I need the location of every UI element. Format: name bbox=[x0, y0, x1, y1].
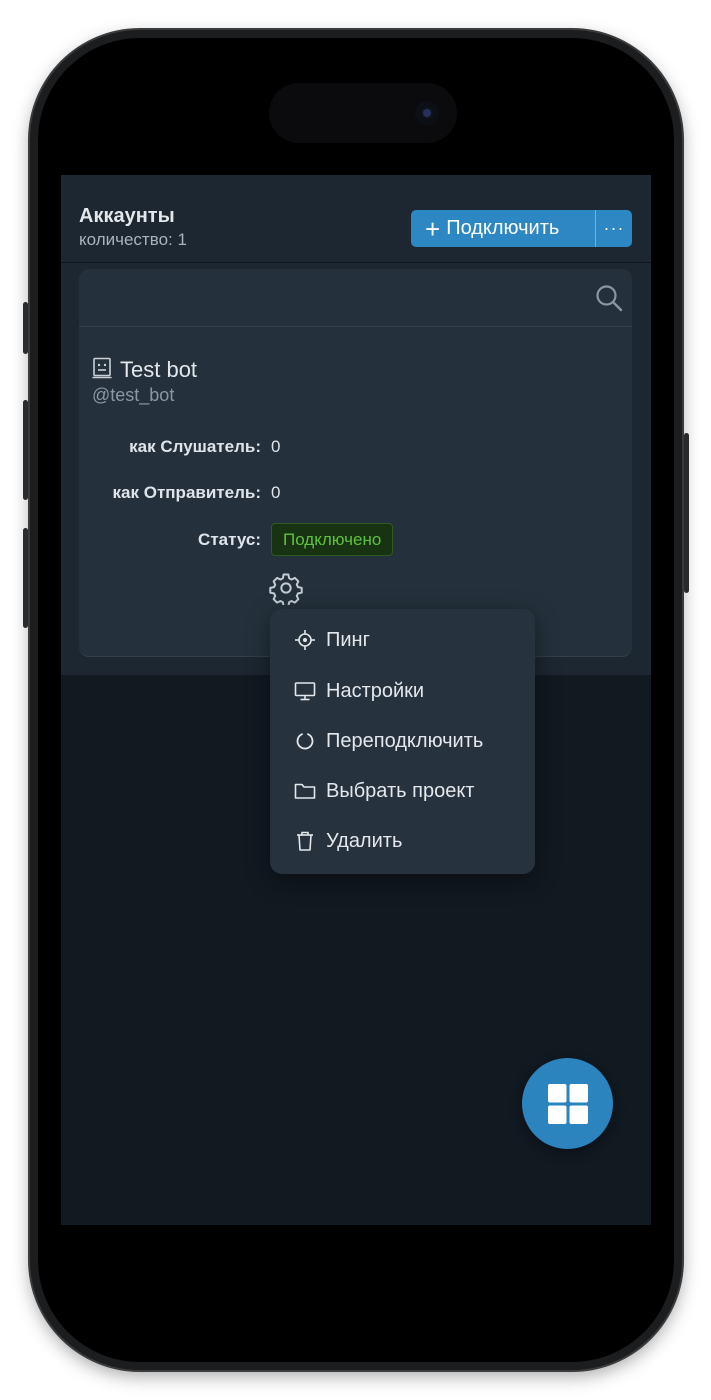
grid-icon bbox=[547, 1083, 588, 1124]
trash-icon bbox=[297, 831, 313, 851]
more-icon: ··· bbox=[603, 218, 625, 238]
accounts-count: количество: 1 bbox=[79, 230, 187, 249]
front-camera bbox=[415, 101, 439, 125]
connect-button-group: + Подключить ··· bbox=[411, 210, 632, 247]
menu-item-select-project[interactable]: Выбрать проект bbox=[270, 768, 535, 814]
menu-item-label: Выбрать проект bbox=[326, 779, 475, 802]
search-icon[interactable] bbox=[594, 283, 624, 313]
menu-item-ping[interactable]: Пинг bbox=[270, 617, 535, 663]
more-options-button[interactable]: ··· bbox=[596, 210, 632, 247]
header-divider bbox=[61, 262, 651, 263]
search-bar[interactable] bbox=[79, 269, 632, 327]
phone-volume-up-button bbox=[23, 400, 28, 500]
phone-side-button bbox=[23, 302, 28, 354]
account-handle: @test_bot bbox=[92, 385, 175, 405]
context-menu: Пинг Настройки Переподключить Выбрать пр… bbox=[270, 609, 535, 874]
menu-item-label: Удалить bbox=[326, 829, 403, 852]
phone-power-button bbox=[684, 433, 689, 593]
status-label: Статус: bbox=[198, 530, 261, 549]
listener-value: 0 bbox=[271, 437, 281, 456]
gear-icon[interactable] bbox=[269, 571, 303, 605]
account-card: Test bot @test_bot как Слушатель: 0 как … bbox=[79, 269, 632, 657]
plus-icon: + bbox=[425, 213, 441, 244]
status-badge: Подключено bbox=[271, 523, 394, 556]
connect-button-label: Подключить bbox=[446, 217, 560, 239]
bot-icon bbox=[92, 357, 112, 379]
monitor-icon bbox=[294, 682, 316, 701]
menu-item-delete[interactable]: Удалить bbox=[270, 818, 535, 864]
menu-item-label: Переподключить bbox=[326, 729, 484, 752]
sender-value: 0 bbox=[271, 483, 281, 502]
apps-fab-button[interactable] bbox=[522, 1058, 613, 1149]
connect-button[interactable]: + Подключить bbox=[411, 210, 595, 247]
menu-item-label: Настройки bbox=[326, 679, 425, 702]
menu-item-label: Пинг bbox=[326, 628, 370, 651]
account-name: Test bot bbox=[120, 357, 198, 382]
phone-volume-down-button bbox=[23, 528, 28, 628]
listener-label: как Слушатель: bbox=[129, 437, 261, 456]
sender-label: как Отправитель: bbox=[112, 483, 261, 502]
folder-icon bbox=[294, 783, 316, 799]
dynamic-island bbox=[269, 83, 457, 143]
accounts-panel: Аккаунты количество: 1 + Подключить ··· bbox=[61, 175, 651, 675]
page-title: Аккаунты bbox=[79, 205, 175, 227]
menu-item-reconnect[interactable]: Переподключить bbox=[270, 718, 535, 764]
target-icon bbox=[295, 630, 315, 650]
reconnect-icon bbox=[296, 733, 314, 750]
menu-item-settings[interactable]: Настройки bbox=[270, 668, 535, 714]
